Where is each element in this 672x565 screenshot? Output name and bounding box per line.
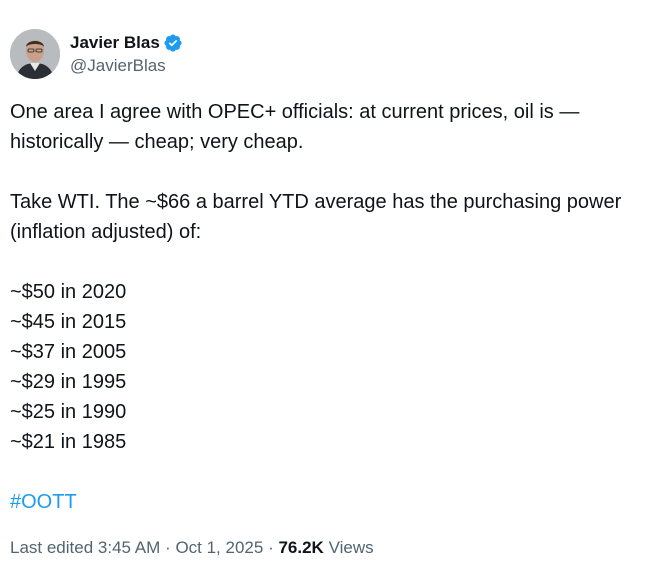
views-count: 76.2K xyxy=(278,538,324,557)
tweet-meta: Last edited 3:45 AM · Oct 1, 2025 · 76.2… xyxy=(10,538,374,558)
tweet-date[interactable]: Oct 1, 2025 xyxy=(175,538,263,557)
user-handle[interactable]: @JavierBlas xyxy=(70,56,183,76)
hashtag-link[interactable]: #OOTT xyxy=(10,491,77,513)
price-list-item: ~$21 in 1985 xyxy=(10,431,127,453)
profile-photo xyxy=(10,29,60,79)
author-names: Javier Blas @JavierBlas xyxy=(70,32,183,76)
views-label: Views xyxy=(328,538,374,557)
price-list-item: ~$37 in 2005 xyxy=(10,341,127,363)
price-list-item: ~$50 in 2020 xyxy=(10,281,127,303)
tweet-paragraph-1: One area I agree with OPEC+ officials: a… xyxy=(10,101,580,153)
meta-separator: · xyxy=(165,538,171,557)
tweet-header: Javier Blas @JavierBlas xyxy=(10,28,183,80)
price-list-item: ~$25 in 1990 xyxy=(10,401,127,423)
avatar[interactable] xyxy=(10,29,60,79)
price-list-item: ~$29 in 1995 xyxy=(10,371,127,393)
tweet-text: One area I agree with OPEC+ officials: a… xyxy=(10,97,670,517)
display-name-row: Javier Blas xyxy=(70,32,183,54)
meta-separator: · xyxy=(268,538,274,557)
price-list-item: ~$45 in 2015 xyxy=(10,311,127,333)
edited-label[interactable]: Last edited xyxy=(10,538,93,557)
tweet-paragraph-2: Take WTI. The ~$66 a barrel YTD average … xyxy=(10,191,622,243)
display-name[interactable]: Javier Blas xyxy=(70,33,160,53)
tweet-time[interactable]: 3:45 AM xyxy=(98,538,160,557)
verified-badge-icon[interactable] xyxy=(163,33,183,53)
